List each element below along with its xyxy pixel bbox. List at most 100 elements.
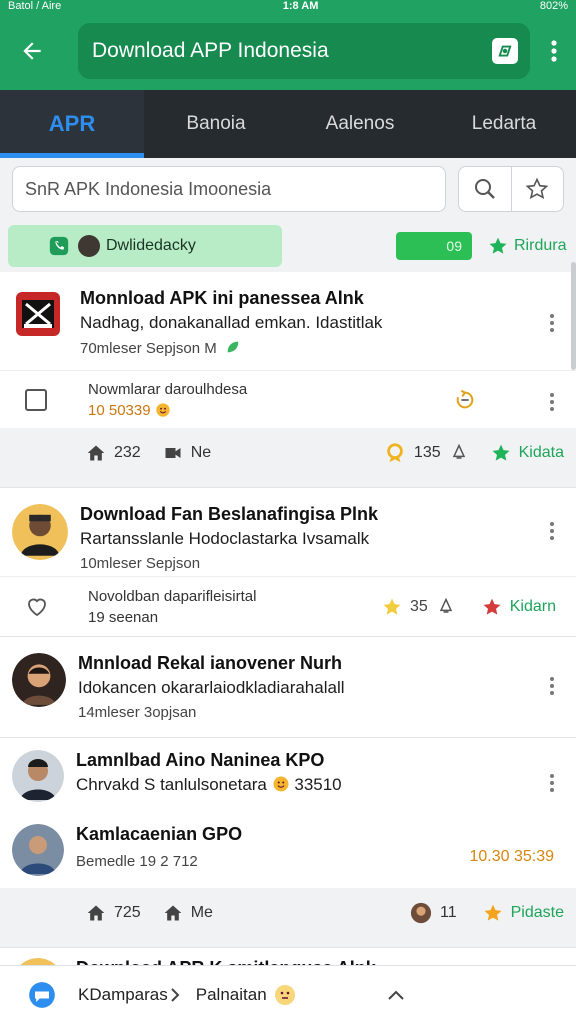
- sub-line-1: Nowmlarar daroulhdesa: [88, 380, 248, 398]
- search-row: SnR APK Indonesia Imoonesia: [0, 158, 576, 220]
- bottom-left-label[interactable]: KDamparas: [78, 985, 168, 1005]
- title-box[interactable]: Download APP Indonesia: [78, 23, 530, 79]
- post-card[interactable]: Monnload APK ini panessea Alnk Nadhag, d…: [0, 272, 576, 370]
- search-icon: [474, 179, 495, 199]
- tab-banoia[interactable]: Banoia: [144, 90, 288, 158]
- share-icon: [165, 448, 181, 458]
- avatar: [12, 653, 66, 707]
- heart-outline-icon: [28, 598, 46, 616]
- like-button[interactable]: 232: [86, 443, 141, 463]
- overflow-menu-button[interactable]: [544, 31, 564, 71]
- star-icon: [483, 598, 501, 615]
- brand-icon[interactable]: [492, 38, 518, 64]
- sub-star-label[interactable]: Kidarn: [510, 598, 556, 616]
- scrollbar[interactable]: [571, 262, 576, 370]
- post-meta: 10mleser Sepjson: [80, 555, 201, 572]
- search-actions: [458, 166, 564, 212]
- avatar: [12, 750, 64, 802]
- count-value: 09: [446, 238, 462, 254]
- bottom-mid-label[interactable]: Palnaitan: [196, 985, 267, 1005]
- favorite-button[interactable]: [510, 167, 564, 211]
- status-bar: Batol / Aire 1:8 AM 802%: [0, 0, 576, 12]
- app-logo-icon: [16, 292, 60, 336]
- post-title[interactable]: Download Fan Beslanafingisa Plnk: [80, 504, 564, 525]
- feed: Monnload APK ini panessea Alnk Nadhag, d…: [0, 272, 576, 1010]
- reaction-button[interactable]: 135: [384, 442, 469, 464]
- badge-icon: [387, 443, 403, 463]
- action-bar: 725 Me 11 Pidaste: [0, 888, 576, 938]
- carrier-text: Batol / Aire: [8, 0, 62, 12]
- emoji-icon: [156, 402, 170, 417]
- favorite-label: Pidaste: [510, 904, 564, 921]
- avatar: [12, 504, 68, 560]
- favorite-action[interactable]: Kidata: [491, 443, 564, 463]
- star-icon: [484, 904, 502, 921]
- sub-menu-button[interactable]: [550, 393, 556, 411]
- post-text: Nadhag, donakanallad emkan. Idastitlak: [80, 313, 383, 332]
- post-sub-row: Novoldban daparifleisirtal 19 seenan 35 …: [0, 576, 576, 636]
- checkbox-icon: [25, 388, 47, 411]
- favorite-label: Kidata: [518, 444, 564, 461]
- post-card[interactable]: Mnnload Rekal ianovener Nurh Idokancen o…: [0, 637, 576, 737]
- rating-filter[interactable]: Rirdura: [488, 236, 568, 256]
- emoji-icon: [274, 985, 295, 1005]
- reactions-count: 135: [413, 444, 441, 461]
- battery-text: 802%: [539, 0, 568, 12]
- phone-icon: [49, 236, 69, 256]
- count-badge[interactable]: 09: [396, 232, 472, 260]
- avatar: [12, 824, 64, 876]
- tab-ledarta[interactable]: Ledarta: [432, 90, 576, 158]
- post-meta-text: 70mleser Sepjson M: [80, 340, 217, 357]
- like-button[interactable]: 725: [86, 903, 141, 923]
- post-meta: 70mleser Sepjson M: [80, 339, 564, 357]
- leaf-icon: [227, 341, 239, 353]
- post-menu-button[interactable]: [550, 677, 556, 695]
- post-meta: 14mleser 3opjsan: [78, 704, 197, 721]
- post-title[interactable]: Kamlacaenian GPO: [76, 824, 564, 845]
- share-button[interactable]: Ne: [163, 443, 211, 463]
- star-icon: [492, 444, 510, 461]
- post-text-count: 33510: [294, 775, 342, 794]
- search-input[interactable]: SnR APK Indonesia Imoonesia: [12, 166, 446, 212]
- more-vert-icon: [551, 40, 557, 62]
- post-sub-row: Nowmlarar daroulhdesa 10 50339: [0, 370, 576, 428]
- emoji-icon: [273, 776, 289, 792]
- app-bar: Download APP Indonesia: [0, 12, 576, 90]
- section-separator: [0, 478, 576, 488]
- post-time: 10.30 35:39: [469, 848, 554, 865]
- search-button[interactable]: [459, 167, 511, 211]
- chip-label: Dwlidedacky: [106, 237, 196, 254]
- post-title[interactable]: Lamnlbad Aino Naninea KPO: [76, 750, 564, 771]
- bell-outline-icon: [452, 443, 465, 459]
- chevron-right-icon: [171, 988, 180, 1002]
- post-menu-button[interactable]: [550, 314, 556, 332]
- share-label: Ne: [190, 444, 212, 461]
- tab-apr[interactable]: APR: [0, 90, 144, 158]
- home-icon: [164, 905, 182, 921]
- tab-aalenos[interactable]: Aalenos: [288, 90, 432, 158]
- bell-outline-icon: [439, 597, 452, 613]
- post-title[interactable]: Monnload APK ini panessea Alnk: [80, 288, 564, 309]
- post-card[interactable]: Lamnlbad Aino Naninea KPO Chrvakd S tanl…: [0, 738, 576, 816]
- favorite-action[interactable]: Pidaste: [483, 903, 564, 923]
- post-menu-button[interactable]: [550, 522, 556, 540]
- post-title[interactable]: Mnnload Rekal ianovener Nurh: [78, 653, 564, 674]
- post-text-value: Chrvakd S tanlulsonetara: [76, 775, 267, 794]
- share-button[interactable]: Me: [163, 903, 213, 923]
- post-card[interactable]: Download Fan Beslanafingisa Plnk Rartans…: [0, 488, 576, 576]
- chevron-up-icon: [387, 990, 404, 1000]
- bottom-bar: KDamparas Palnaitan: [0, 965, 576, 1024]
- post-card[interactable]: Kamlacaenian GPO Bemedle 19 2 712 10.30 …: [0, 816, 576, 888]
- post-text: Chrvakd S tanlulsonetara 33510: [76, 775, 564, 795]
- arrow-left-icon: [23, 42, 41, 60]
- sub-line-2: 10 50339: [88, 402, 247, 419]
- filter-chip[interactable]: Dwlidedacky: [8, 225, 282, 267]
- likes-count: 725: [114, 904, 141, 921]
- likes-count: 232: [114, 444, 141, 461]
- reaction-button[interactable]: 11: [410, 902, 457, 924]
- post-text: Rartansslanle Hodoclastarka Ivsamalk: [80, 529, 370, 548]
- star-icon: [383, 598, 401, 615]
- back-button[interactable]: [12, 31, 52, 71]
- post-menu-button[interactable]: [550, 774, 556, 792]
- sub-line-2: 19 seenan: [88, 608, 159, 626]
